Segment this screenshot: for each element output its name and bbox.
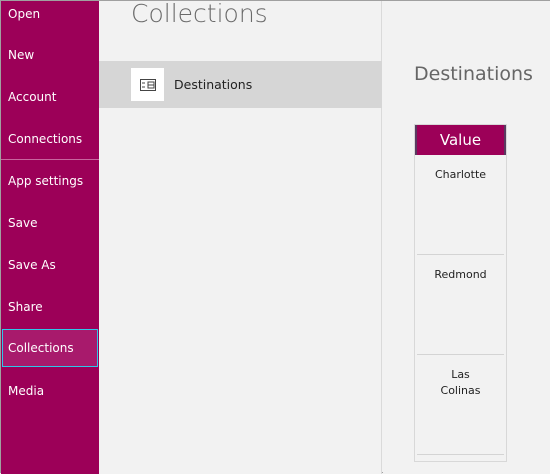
nav-app-settings[interactable]: App settings xyxy=(2,162,98,200)
nav-connections[interactable]: Connections xyxy=(2,120,98,158)
sidebar: Open New Account Connections App setting… xyxy=(1,1,99,474)
data-table: Value Charlotte Redmond Las Colinas xyxy=(414,124,507,462)
divider xyxy=(1,159,99,160)
column-header: Value xyxy=(415,125,506,155)
nav-collections[interactable]: Collections xyxy=(2,329,98,367)
collection-label: Destinations xyxy=(174,77,253,92)
table-icon xyxy=(131,68,164,101)
nav-save[interactable]: Save xyxy=(2,204,98,242)
nav-media[interactable]: Media xyxy=(2,372,98,410)
nav-open[interactable]: Open xyxy=(2,0,98,33)
table-row: Redmond xyxy=(417,255,504,355)
page-title: Collections xyxy=(131,0,268,28)
collections-panel: Collections Destinations xyxy=(99,0,382,474)
table-row: Las Colinas xyxy=(417,355,504,455)
collection-item-destinations[interactable]: Destinations xyxy=(99,61,382,108)
preview-title: Destinations xyxy=(414,63,533,85)
nav-save-as[interactable]: Save As xyxy=(2,246,98,284)
preview-panel: Destinations Value Charlotte Redmond Las… xyxy=(383,1,550,474)
nav-new[interactable]: New xyxy=(2,36,98,74)
nav-account[interactable]: Account xyxy=(2,78,98,116)
nav-share[interactable]: Share xyxy=(2,288,98,326)
table-row: Charlotte xyxy=(417,155,504,255)
